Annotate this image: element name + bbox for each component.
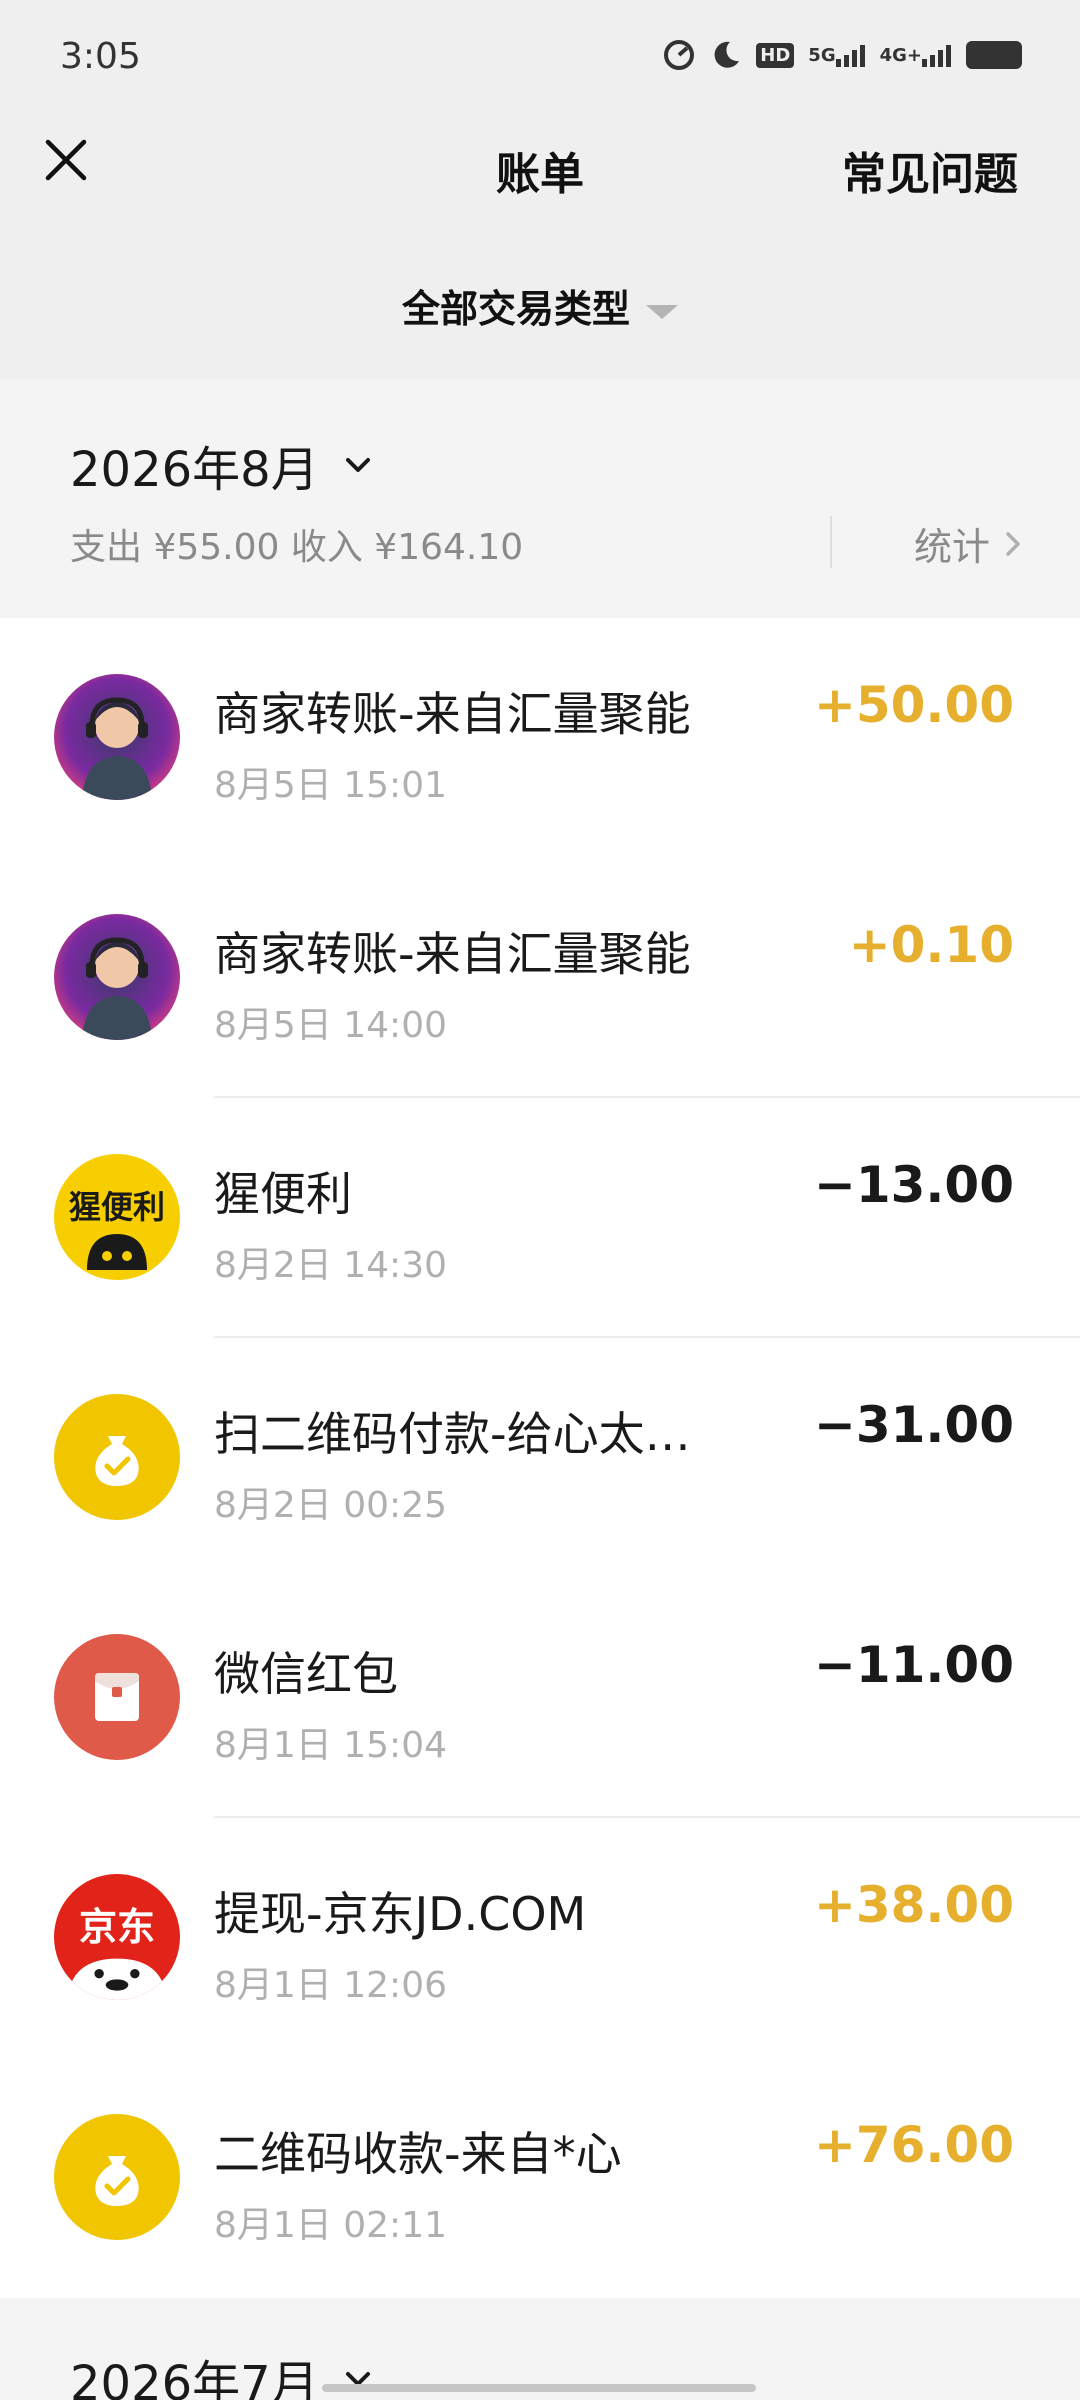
speed-icon [662,38,696,72]
month-title: 2026年7月 [70,2356,319,2400]
transaction-title: 扫二维码付款-给心太… [214,1407,691,1461]
transaction-amount: +0.10 [848,916,1014,974]
transaction-time: 8月1日 15:04 [214,1725,447,1766]
month-title: 2026年8月 [70,442,319,498]
transaction-amount: +50.00 [813,676,1014,734]
month-summary: 支出 ¥55.00 收入 ¥164.10 [70,527,524,568]
stats-label: 统计 [913,525,990,569]
4g-label: 4G+ [879,44,922,66]
transaction-time: 8月1日 02:11 [214,2205,447,2246]
transaction-list: 商家转账-来自汇量聚能 8月5日 15:01 +50.00 商家转账-来自汇量聚… [0,618,1080,2298]
transaction-time: 8月2日 14:30 [214,1245,447,1286]
moon-icon [710,39,742,71]
xingbianli-logo-text: 猩便利 [68,1188,165,1226]
transaction-time: 8月5日 14:00 [214,1005,447,1046]
red-packet-icon [54,1634,180,1760]
merchant-avatar [54,914,180,1040]
merchant-avatar [54,674,180,800]
stats-link[interactable]: 统计 [914,516,1026,571]
transaction-amount: +76.00 [813,2116,1014,2174]
battery-icon [966,41,1022,69]
transaction-amount: +38.00 [813,1876,1014,1934]
filter-bar: 全部交易类型 [0,270,1080,378]
xingbianli-logo: 猩便利 [54,1154,180,1280]
nav-bar: 账单 常见问题 [0,110,1080,270]
transaction-item[interactable]: 微信红包 8月1日 15:04 −11.00 [0,1578,1080,1818]
transaction-title: 二维码收款-来自*心 [214,2127,622,2181]
faq-link[interactable]: 常见问题 [842,138,1018,202]
transaction-time: 8月1日 12:06 [214,1965,447,2006]
transaction-title: 微信红包 [214,1647,398,1701]
chevron-right-icon [1006,531,1020,556]
money-bag-icon [54,1394,180,1520]
4g-signal-icon: 4G+ [880,43,952,67]
transaction-amount: −13.00 [813,1156,1014,1214]
hd-icon: HD [756,42,795,68]
transaction-title: 提现-京东JD.COM [214,1887,587,1941]
month-selector[interactable]: 2026年8月 [70,430,375,500]
month-header: 2026年8月 支出 ¥55.00 收入 ¥164.10 统计 [0,378,1080,618]
chevron-down-icon [345,458,370,472]
jd-logo-text: 京东 [78,1905,155,1949]
transaction-item[interactable]: 商家转账-来自汇量聚能 8月5日 14:00 +0.10 [0,858,1080,1098]
home-indicator[interactable] [322,2384,756,2392]
5g-signal-icon: 5G [808,43,865,67]
divider [830,516,832,568]
transaction-title: 猩便利 [214,1167,352,1221]
caret-down-icon [646,304,678,319]
transaction-item[interactable]: 京东 提现-京东JD.COM 8月1日 12:06 +38.00 [0,1818,1080,2058]
transaction-amount: −11.00 [813,1636,1014,1694]
transaction-title: 商家转账-来自汇量聚能 [214,687,691,741]
money-bag-icon [54,2114,180,2240]
jd-logo: 京东 [54,1874,180,2000]
transaction-time: 8月2日 00:25 [214,1485,447,1526]
transaction-type-filter[interactable]: 全部交易类型 [0,278,1080,333]
status-time: 3:05 [60,36,141,77]
status-icons: HD 5G 4G+ [662,38,1022,72]
status-bar: 3:05 HD 5G 4G+ [0,0,1080,110]
transaction-title: 商家转账-来自汇量聚能 [214,927,691,981]
filter-label: 全部交易类型 [401,287,630,331]
transaction-time: 8月5日 15:01 [214,765,447,806]
transaction-item[interactable]: 扫二维码付款-给心太… 8月2日 00:25 −31.00 [0,1338,1080,1578]
transaction-amount: −31.00 [813,1396,1014,1454]
transaction-item[interactable]: 二维码收款-来自*心 8月1日 02:11 +76.00 [0,2058,1080,2298]
transaction-item[interactable]: 猩便利 猩便利 8月2日 14:30 −13.00 [0,1098,1080,1338]
5g-label: 5G [808,44,836,66]
transaction-item[interactable]: 商家转账-来自汇量聚能 8月5日 15:01 +50.00 [0,618,1080,858]
